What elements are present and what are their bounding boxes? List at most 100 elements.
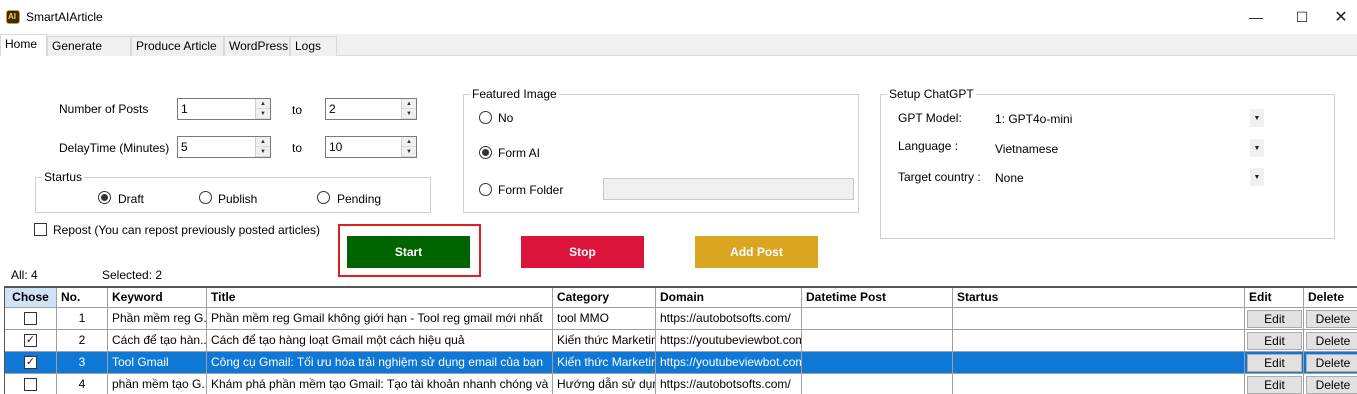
col-edit[interactable]: Edit [1245, 288, 1304, 308]
to-label: to [292, 141, 303, 155]
delete-button[interactable]: Delete [1306, 376, 1357, 394]
window-title: SmartAIArticle [26, 10, 103, 24]
edit-button[interactable]: Edit [1247, 376, 1302, 394]
featured-form-ai-label: Form AI [498, 146, 541, 160]
row-checkbox[interactable]: ✓ [24, 334, 37, 347]
featured-no-radio[interactable] [479, 111, 492, 124]
repost-checkbox[interactable] [34, 223, 47, 236]
close-icon[interactable]: ✕ [1318, 0, 1357, 34]
col-chose[interactable]: Chose [5, 288, 57, 308]
featured-image-legend: Featured Image [470, 87, 559, 101]
chevron-down-icon[interactable]: ▼ [1250, 139, 1264, 157]
table-row[interactable]: 4 phần mềm tạo G... Khám phá phần mềm tạ… [5, 374, 1357, 394]
status-draft-radio[interactable] [98, 191, 111, 204]
tab-wordpress[interactable]: WordPress [224, 36, 290, 56]
col-delete[interactable]: Delete [1304, 288, 1357, 308]
delay-from-stepper[interactable]: 5 ▲ ▼ [177, 136, 271, 158]
all-count: All: 4 [11, 268, 38, 282]
row-checkbox[interactable]: ✓ [24, 356, 37, 369]
folder-path-input[interactable] [603, 178, 854, 200]
stepper-down-icon[interactable]: ▼ [256, 109, 270, 119]
col-domain[interactable]: Domain [656, 288, 802, 308]
gpt-model-select[interactable]: 1: GPT4o-mini [995, 112, 1072, 126]
tab-home[interactable]: Home [0, 34, 47, 57]
row-no: 4 [57, 374, 108, 394]
edit-button[interactable]: Edit [1247, 332, 1302, 350]
row-keyword: Tool Gmail [108, 352, 207, 374]
stepper-up-icon[interactable]: ▲ [256, 99, 270, 109]
language-label: Language : [898, 139, 959, 153]
row-title: Khám phá phần mềm tạo Gmail: Tạo tài kho… [207, 374, 553, 394]
tab-generate-title[interactable]: Generate Title [47, 36, 131, 71]
stepper-up-icon[interactable]: ▲ [256, 137, 270, 147]
row-domain: https://autobotsofts.com/ [656, 374, 802, 394]
row-keyword: Cách để tạo hàn... [108, 330, 207, 352]
delete-button[interactable]: Delete [1306, 354, 1357, 372]
col-title[interactable]: Title [207, 288, 553, 308]
table-row[interactable]: ✓ 2 Cách để tạo hàn... Cách để tạo hàng … [5, 330, 1357, 352]
stepper-down-icon[interactable]: ▼ [256, 147, 270, 157]
row-status [953, 352, 1245, 374]
featured-form-folder-label: Form Folder [498, 183, 564, 197]
featured-form-ai-radio[interactable] [479, 146, 492, 159]
repost-label: Repost (You can repost previously posted… [53, 223, 321, 237]
chevron-down-icon[interactable]: ▼ [1250, 168, 1264, 186]
row-status [953, 374, 1245, 394]
num-posts-from-stepper[interactable]: 1 ▲ ▼ [177, 98, 271, 120]
edit-button[interactable]: Edit [1247, 310, 1302, 328]
row-checkbox[interactable] [24, 312, 37, 325]
row-title: Phần mềm reg Gmail không giới hạn - Tool… [207, 308, 553, 330]
delay-to-stepper[interactable]: 10 ▲ ▼ [325, 136, 417, 158]
col-status[interactable]: Startus [953, 288, 1245, 308]
num-posts-to-value: 2 [329, 102, 336, 116]
target-country-label: Target country : [898, 170, 981, 184]
num-posts-to-stepper[interactable]: 2 ▲ ▼ [325, 98, 417, 120]
posts-table: Chose No. Keyword Title Category Domain … [4, 286, 1357, 394]
row-datetime [802, 352, 953, 374]
delay-from-value: 5 [181, 140, 188, 154]
stepper-up-icon[interactable]: ▲ [402, 137, 416, 147]
minimize-icon[interactable]: — [1233, 0, 1279, 34]
gpt-model-label: GPT Model: [898, 111, 962, 125]
delete-button[interactable]: Delete [1306, 332, 1357, 350]
row-status [953, 330, 1245, 352]
col-keyword[interactable]: Keyword [108, 288, 207, 308]
col-datetime-post[interactable]: Datetime Post [802, 288, 953, 308]
language-select[interactable]: Vietnamese [995, 142, 1058, 156]
stepper-down-icon[interactable]: ▼ [402, 109, 416, 119]
add-post-button[interactable]: Add Post [695, 236, 818, 268]
row-no: 3 [57, 352, 108, 374]
row-checkbox[interactable] [24, 378, 37, 391]
status-pending-radio[interactable] [317, 191, 330, 204]
table-row[interactable]: 1 Phần mềm reg G... Phần mềm reg Gmail k… [5, 308, 1357, 330]
tab-produce-article[interactable]: Produce Article [131, 36, 224, 56]
title-bar: AI SmartAIArticle — ☐ ✕ [0, 0, 1357, 34]
app-logo-icon: AI [6, 10, 20, 24]
edit-button[interactable]: Edit [1247, 354, 1302, 372]
row-domain: https://youtubeviewbot.com [656, 352, 802, 374]
status-draft-label: Draft [118, 192, 145, 206]
col-no[interactable]: No. [57, 288, 108, 308]
row-category: Kiến thức Marketing [553, 352, 656, 374]
status-pending-label: Pending [337, 192, 382, 206]
start-button[interactable]: Start [347, 236, 470, 268]
num-posts-from-value: 1 [181, 102, 188, 116]
row-no: 2 [57, 330, 108, 352]
row-datetime [802, 308, 953, 330]
row-keyword: phần mềm tạo G... [108, 374, 207, 394]
stepper-down-icon[interactable]: ▼ [402, 147, 416, 157]
delay-to-value: 10 [329, 140, 343, 154]
tab-logs[interactable]: Logs [290, 36, 337, 56]
target-country-select[interactable]: None [995, 171, 1024, 185]
row-domain: https://autobotsofts.com/ [656, 308, 802, 330]
stepper-up-icon[interactable]: ▲ [402, 99, 416, 109]
row-datetime [802, 330, 953, 352]
table-row[interactable]: ✓ 3 Tool Gmail Công cụ Gmail: Tối ưu hóa… [5, 352, 1357, 374]
stop-button[interactable]: Stop [521, 236, 644, 268]
delete-button[interactable]: Delete [1306, 310, 1357, 328]
featured-no-label: No [498, 111, 514, 125]
col-category[interactable]: Category [553, 288, 656, 308]
chevron-down-icon[interactable]: ▼ [1250, 109, 1264, 127]
status-publish-radio[interactable] [199, 191, 212, 204]
featured-form-folder-radio[interactable] [479, 183, 492, 196]
